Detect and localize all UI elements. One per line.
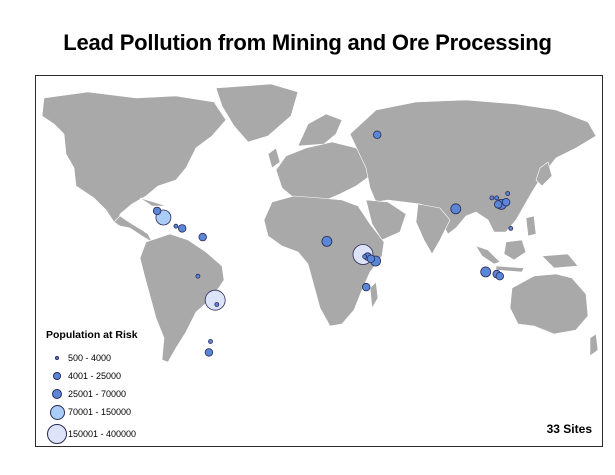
site-marker <box>494 195 500 201</box>
site-marker <box>505 191 511 196</box>
landmass-caribbean <box>139 197 167 207</box>
legend-symbol <box>47 424 67 444</box>
site-marker <box>373 130 382 139</box>
landmass-europe <box>275 141 371 203</box>
site-marker <box>366 254 376 263</box>
land-masses <box>41 83 599 363</box>
legend-label: 500 - 4000 <box>68 353 112 363</box>
site-marker <box>208 339 213 344</box>
site-marker <box>195 273 201 279</box>
site-marker <box>214 302 220 307</box>
site-marker <box>495 271 504 281</box>
landmass-uk <box>267 147 281 169</box>
landmass-north-america <box>41 91 227 227</box>
legend-item: 500 - 4000 <box>36 348 196 368</box>
landmass-new-guinea <box>541 253 579 269</box>
site-marker <box>508 225 514 231</box>
map-panel: Population at Risk 500 - 4000 4001 - 2500… <box>35 75 603 447</box>
site-marker <box>177 224 187 233</box>
legend-item: 4001 - 25000 <box>36 366 196 386</box>
sites-count: 33 Sites <box>546 422 592 436</box>
legend-label: 25001 - 70000 <box>68 389 127 399</box>
site-marker <box>321 235 333 247</box>
site-marker <box>173 223 179 229</box>
legend-symbol <box>52 389 62 399</box>
site-marker <box>204 289 226 311</box>
site-marker <box>198 232 207 242</box>
legend-label: 70001 - 150000 <box>68 407 132 417</box>
site-marker <box>494 200 503 209</box>
landmass-philippines <box>525 215 537 237</box>
site-marker <box>362 282 371 292</box>
landmass-central-america <box>113 215 153 243</box>
landmass-borneo <box>503 239 527 261</box>
site-marker <box>152 206 162 216</box>
legend-symbol <box>55 356 59 360</box>
landmass-java <box>495 265 525 273</box>
site-marker <box>204 348 214 357</box>
landmass-greenland <box>215 83 299 143</box>
legend-title: Population at Risk <box>46 329 138 341</box>
legend-item: 70001 - 150000 <box>36 402 196 422</box>
legend-label: 4001 - 25000 <box>68 371 122 381</box>
legend-symbol <box>53 372 61 380</box>
legend-symbol <box>49 404 65 420</box>
site-marker <box>362 254 368 260</box>
landmass-sumatra <box>475 245 501 265</box>
site-marker <box>480 266 492 278</box>
site-marker <box>489 195 495 201</box>
landmass-australia <box>509 273 589 335</box>
legend-label: 150001 - 400000 <box>68 429 137 439</box>
site-marker <box>450 203 462 215</box>
legend-item: 25001 - 70000 <box>36 384 196 404</box>
landmass-scandinavia <box>297 113 343 147</box>
legend-item: 150001 - 400000 <box>36 424 196 444</box>
landmass-new-zealand <box>589 333 599 357</box>
landmass-madagascar <box>369 281 379 309</box>
map-title: Lead Pollution from Mining and Ore Proce… <box>63 30 552 55</box>
site-marker <box>501 197 511 207</box>
